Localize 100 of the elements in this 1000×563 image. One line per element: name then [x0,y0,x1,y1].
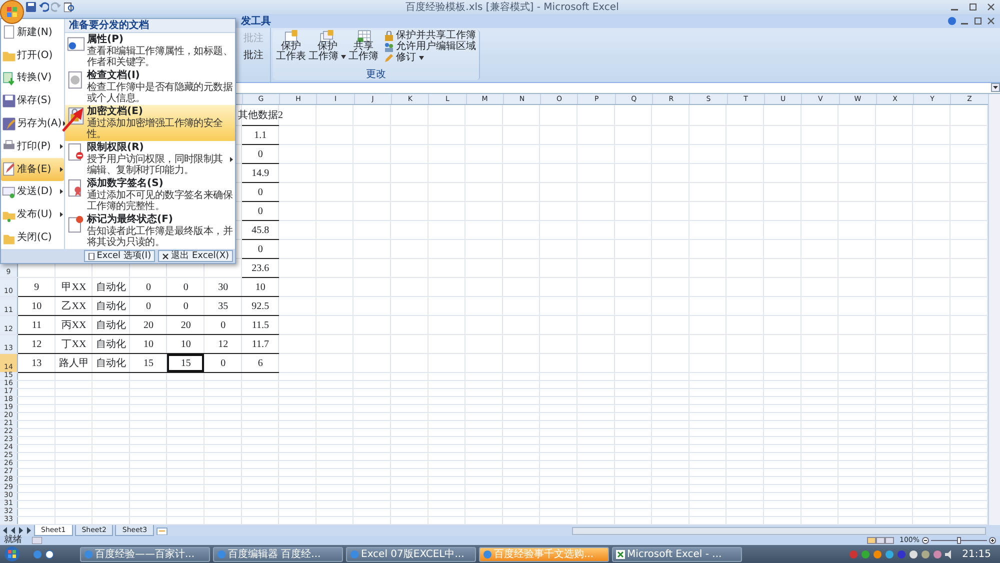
menu-item[interactable]: 准备(E) [1,158,64,181]
globe-icon[interactable] [45,550,54,558]
menu-item[interactable]: 转换(V) [1,66,64,90]
table-cell: 甲XX [55,278,93,297]
ribbon-button[interactable]: 共享 工作簿 [348,30,378,69]
menu-item[interactable]: 检查文档(I) 检查工作簿中是否有隐藏的元数据或个人信息。 [65,69,235,105]
ribbon-button[interactable]: 允许用户编辑区域 [384,41,476,52]
menu-item[interactable]: 关闭(C) [1,226,64,249]
table-cell: 1.1 [242,126,280,145]
close-icon[interactable] [987,17,995,25]
submenu-arrow-icon [60,189,63,194]
close-icon[interactable] [987,3,995,11]
menu-item[interactable]: 另存为(A) [1,112,64,135]
menu-item[interactable]: 属性(P) 查看和编辑工作簿属性，如标题、作者和关键字。 [65,33,235,69]
table-cell: 0 [167,297,204,316]
vertical-scrollbar[interactable] [988,94,1000,525]
table-cell: 0 [242,183,280,202]
clock[interactable]: 21:15 [962,546,991,562]
submenu-arrow-icon [230,156,233,162]
menu-item[interactable]: 打印(P) [1,134,64,158]
table-cell: 0 [242,240,280,259]
pencil-icon [384,52,394,62]
table-cell: 20 [167,316,204,335]
caret-icon [341,55,346,59]
table-cell: 11 [18,316,56,335]
close-icon [162,252,170,260]
submenu-arrow-icon [60,166,63,172]
zoom-out-icon[interactable] [922,537,929,544]
print-preview-icon[interactable] [64,2,74,12]
ribbon-command[interactable]: 批注 [244,48,268,63]
submenu-arrow-icon [62,121,66,126]
horizontal-scrollbar[interactable] [572,526,986,534]
panel-title: 准备要分发的文档 [65,19,235,33]
table-cell: 11.7 [242,335,280,354]
table-cell: 12 [204,335,242,354]
menu-item[interactable]: 标记为最终状态(F) 告知读者此工作簿是最终版本，并将其设为只读的。 [65,213,235,249]
menu-item[interactable]: 限制权限(R) 授予用户访问权限，同时限制其编辑、复制和打印能力。 [65,141,235,177]
convert-icon [2,70,16,86]
menu-item[interactable]: 发送(D) [1,180,64,204]
undo-icon[interactable] [38,2,48,12]
window-title: 百度经验模板.xls [兼容模式] - Microsoft Excel [406,2,619,12]
table-cell: 13 [18,354,56,373]
ribbon-button[interactable]: 保护 工作簿 [308,30,346,69]
table-cell: 丙XX [55,316,93,335]
taskbar-button[interactable]: 百度编辑器 百度经... [213,546,343,562]
table-cell: 0 [204,354,242,373]
group-title: 更改 [365,69,387,80]
table-cell: 6 [242,354,280,373]
table-cell: 自动化 [92,354,130,373]
ribbon-button[interactable]: 保护 工作表 [276,30,306,69]
table-cell: 0 [130,278,168,297]
browser-icon [483,550,492,558]
menu-item[interactable]: 打开(O) [1,44,64,67]
worksheet-icon [318,30,336,42]
ribbon-tab[interactable]: 发工具 [241,14,271,28]
menu-item[interactable]: 新建(N) [1,21,64,44]
table-cell: 35 [204,297,242,316]
browser-icon [84,550,93,558]
menu-button[interactable]: Excel 选项(I) [84,250,156,262]
table-cell: 自动化 [92,297,130,316]
table-cell: 0 [130,297,168,316]
table-cell: 20 [130,316,168,335]
status-text: 就绪 [4,534,22,547]
submenu-arrow-icon [60,144,63,149]
save-icon[interactable] [26,2,36,12]
menu-item[interactable]: 添加数字签名(S) 通过添加不可见的数字签名来确保工作簿的完整性。 [65,177,235,213]
table-cell: 92.5 [242,297,280,316]
expand-icon[interactable] [991,83,1000,92]
menu-item[interactable]: 保存(S) [1,89,64,112]
table-cell: 9 [18,278,56,297]
table-cell: 15 [167,354,204,373]
worksheet-icon [282,30,300,42]
help-icon[interactable] [948,17,956,25]
ribbon-button[interactable]: 修订 [384,52,476,63]
start-icon[interactable] [4,546,20,562]
break-view-icon[interactable] [885,537,894,544]
arrow-drawing [61,106,85,132]
taskbar-button[interactable]: 百度经验——百家计... [80,546,210,562]
table-cell: 45.8 [242,221,280,240]
table-cell: 14.9 [242,164,280,183]
browser-icon [350,550,359,558]
table-cell: 自动化 [92,335,130,354]
taskbar-button[interactable]: Microsoft Excel - ... [612,546,742,562]
save-as-icon [2,116,16,132]
menu-button[interactable]: 退出 Excel(X) [158,250,233,262]
spreadsheet-icon [616,550,625,558]
menu-item[interactable]: 加密文档(E) 通过添加加密增强工作簿的安全性。 [65,105,235,141]
table-cell: 10 [18,297,56,316]
zoom-in-icon[interactable] [989,537,996,544]
menu-item[interactable]: 发布(U) [1,203,64,226]
table-cell: 0 [167,278,204,297]
table-cell: 30 [204,278,242,297]
table-cell: 11.5 [242,316,280,335]
table-cell: 路人甲 [55,354,93,373]
table-cell: 自动化 [92,316,130,335]
table-cell: 12 [18,335,56,354]
layout-view-icon[interactable] [876,537,886,544]
taskbar-button[interactable]: Excel 07版EXCEL中... [346,546,476,562]
table-cell: 10 [130,335,168,354]
slider-thumb[interactable] [957,537,961,544]
